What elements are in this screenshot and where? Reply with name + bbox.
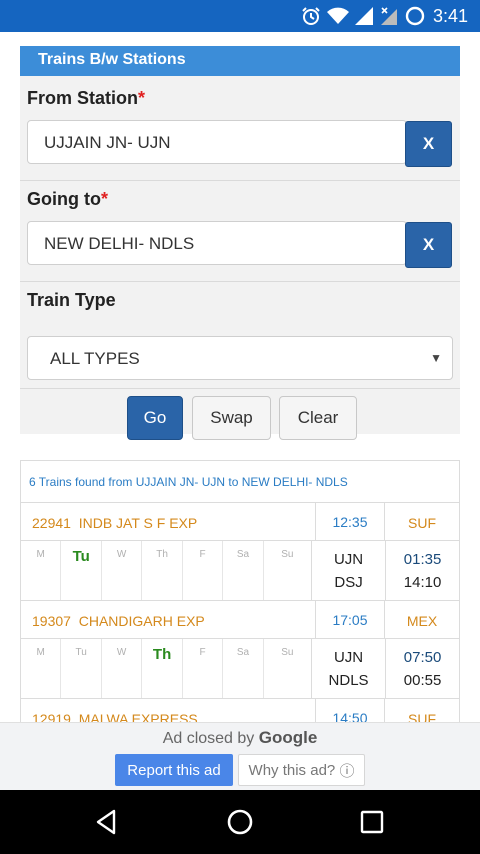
app-content: Trains B/w Stations From Station* UJJAIN… <box>0 32 480 790</box>
train-name: CHANDIGARH EXP <box>78 613 205 629</box>
train-type-value: ALL TYPES <box>50 349 140 368</box>
battery-icon <box>405 6 425 26</box>
train-title: 22941 INDB JAT S F EXP <box>21 503 316 540</box>
arrival-time: 14:10 <box>403 574 442 591</box>
info-icon: ⓘ <box>339 762 355 780</box>
train-number: 19307 <box>32 613 71 629</box>
from-station-label-text: From Station <box>27 88 138 108</box>
panel-title: Trains B/w Stations <box>20 46 460 76</box>
train-times: 07:50 00:55 <box>386 639 459 698</box>
day-sat: Sa <box>223 541 264 600</box>
going-to-label: Going to* <box>27 189 108 210</box>
google-logo: Google <box>258 728 318 747</box>
to-code: DSJ <box>334 574 363 591</box>
alarm-icon <box>301 6 321 26</box>
from-code: UJN <box>333 551 364 568</box>
train-row[interactable]: 19307 CHANDIGARH EXP 17:05 MEX <box>21 601 459 639</box>
day-thu: Th <box>142 541 183 600</box>
day-fri: F <box>183 639 224 698</box>
day-thu: Th <box>142 639 183 698</box>
status-time: 3:41 <box>432 5 468 26</box>
ad-banner: Ad closed by Google Report this ad Why t… <box>0 722 480 790</box>
search-panel: Trains B/w Stations From Station* UJJAIN… <box>20 46 460 440</box>
day-tue: Tu <box>61 639 102 698</box>
clear-from-button[interactable]: X <box>405 121 452 167</box>
back-icon[interactable] <box>86 804 126 840</box>
results-table: 6 Trains found from UJJAIN JN- UJN to NE… <box>20 460 460 738</box>
departure-time: 01:35 <box>403 551 442 568</box>
divider <box>20 180 460 181</box>
train-row[interactable]: 22941 INDB JAT S F EXP 12:35 SUF <box>21 503 459 541</box>
day-wed: W <box>102 639 143 698</box>
from-station-label: From Station* <box>27 88 145 109</box>
train-title: 19307 CHANDIGARH EXP <box>21 601 316 638</box>
to-code: NDLS <box>328 672 369 689</box>
train-days-row: M Tu W Th F Sa Su UJN DSJ 01:35 14:10 <box>21 541 459 601</box>
results-summary: 6 Trains found from UJJAIN JN- UJN to NE… <box>21 461 459 503</box>
ad-closed-text: Ad closed by Google <box>0 728 480 748</box>
clear-button[interactable]: Clear <box>279 396 357 440</box>
recents-icon[interactable] <box>352 804 392 840</box>
required-mark: * <box>138 88 146 108</box>
wifi-icon <box>326 7 349 25</box>
train-number: 22941 <box>32 515 71 531</box>
day-mon: M <box>21 541 62 600</box>
day-mon: M <box>21 639 62 698</box>
train-days-row: M Tu W Th F Sa Su UJN NDLS 07:50 00:55 <box>21 639 459 699</box>
day-sat: Sa <box>223 639 264 698</box>
navigation-bar <box>0 790 480 854</box>
departure-time: 07:50 <box>403 649 442 666</box>
train-departure: 17:05 <box>316 601 385 638</box>
swap-button[interactable]: Swap <box>192 396 271 440</box>
from-code: UJN <box>333 649 364 666</box>
why-this-ad-button[interactable]: Why this ad? ⓘ <box>238 754 365 786</box>
go-button[interactable]: Go <box>127 396 183 440</box>
day-sun: Su <box>264 541 313 600</box>
going-to-label-text: Going to <box>27 189 101 209</box>
train-type-select[interactable]: ALL TYPES ▼ <box>27 336 453 380</box>
train-name: INDB JAT S F EXP <box>78 515 198 531</box>
status-bar: 3:41 <box>0 0 480 32</box>
train-source: MEX <box>406 613 438 629</box>
clear-to-button[interactable]: X <box>405 222 452 268</box>
signal-icon <box>354 7 373 25</box>
day-fri: F <box>183 541 224 600</box>
divider <box>20 281 460 282</box>
day-tue: Tu <box>61 541 102 600</box>
train-type-label: Train Type <box>27 290 116 310</box>
station-codes: UJN DSJ <box>312 541 387 600</box>
home-icon[interactable] <box>220 804 260 840</box>
day-sun: Su <box>264 639 313 698</box>
from-station-input[interactable]: UJJAIN JN- UJN <box>27 120 407 164</box>
report-ad-button[interactable]: Report this ad <box>115 754 233 786</box>
divider <box>20 388 460 389</box>
why-this-ad-label: Why this ad? <box>248 761 336 779</box>
chevron-down-icon: ▼ <box>430 351 442 365</box>
ad-closed-label: Ad closed by <box>162 730 255 747</box>
station-codes: UJN NDLS <box>312 639 387 698</box>
train-source: SUF <box>408 515 436 531</box>
train-departure: 12:35 <box>316 503 385 540</box>
arrival-time: 00:55 <box>403 672 442 689</box>
no-signal-icon <box>379 7 399 25</box>
required-mark: * <box>100 189 108 209</box>
train-times: 01:35 14:10 <box>386 541 459 600</box>
going-to-input[interactable]: NEW DELHI- NDLS <box>27 221 407 265</box>
day-wed: W <box>102 541 143 600</box>
